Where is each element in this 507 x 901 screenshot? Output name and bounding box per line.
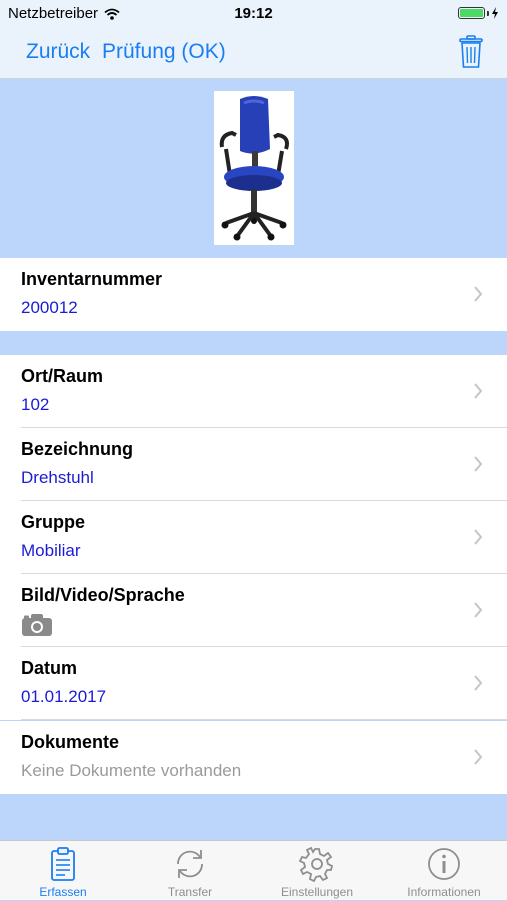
row-datum[interactable]: Datum 01.01.2017 <box>0 647 507 720</box>
status-bar: Netzbetreiber 19:12 <box>0 0 507 28</box>
row-label: Bezeichnung <box>21 439 134 459</box>
row-value: Drehstuhl <box>21 468 94 487</box>
row-inventarnummer[interactable]: Inventarnummer 200012 <box>0 258 507 331</box>
battery-icon <box>458 7 499 19</box>
navigation-bar: Zurück Prüfung (OK) <box>0 28 507 79</box>
camera-icon[interactable] <box>21 613 53 637</box>
row-label: Gruppe <box>21 512 86 532</box>
item-image-section <box>0 79 507 258</box>
row-label: Datum <box>21 658 78 678</box>
row-dokumente[interactable]: Dokumente Keine Dokumente vorhanden <box>0 721 507 794</box>
row-label: Ort/Raum <box>21 366 104 386</box>
tab-transfer[interactable]: Transfer <box>127 841 253 901</box>
tab-label: Informationen <box>407 885 481 899</box>
chevron-right-icon <box>474 602 483 618</box>
chevron-right-icon <box>474 749 483 765</box>
row-bezeichnung[interactable]: Bezeichnung Drehstuhl <box>0 428 507 501</box>
tab-bar: Erfassen Transfer Einstellungen Informat… <box>0 840 507 900</box>
tab-einstellungen[interactable]: Einstellungen <box>254 841 380 901</box>
office-chair-image <box>219 96 289 241</box>
trash-icon[interactable] <box>457 35 485 69</box>
row-separator <box>21 719 507 720</box>
tab-erfassen[interactable]: Erfassen <box>0 841 126 901</box>
row-value: 01.01.2017 <box>21 687 107 706</box>
chevron-right-icon <box>474 529 483 545</box>
chevron-right-icon <box>474 383 483 399</box>
tab-label: Transfer <box>167 885 213 899</box>
gear-icon <box>299 846 334 882</box>
tab-informationen[interactable]: Informationen <box>381 841 507 901</box>
row-label: Inventarnummer <box>21 269 163 289</box>
clipboard-icon <box>51 847 75 881</box>
row-value: Keine Dokumente vorhanden <box>21 761 242 780</box>
sync-icon <box>177 850 203 878</box>
row-gruppe[interactable]: Gruppe Mobiliar <box>0 501 507 574</box>
row-value: 102 <box>21 395 50 414</box>
row-bild-video-sprache[interactable]: Bild/Video/Sprache <box>0 574 507 647</box>
item-photo[interactable] <box>214 91 294 245</box>
tab-label: Einstellungen <box>280 885 354 899</box>
back-button[interactable]: Zurück <box>26 40 90 64</box>
row-value: Mobiliar <box>21 541 81 560</box>
row-label: Dokumente <box>21 732 120 752</box>
row-label: Bild/Video/Sprache <box>21 585 185 605</box>
page-title: Prüfung (OK) <box>102 40 226 63</box>
row-value: 200012 <box>21 298 78 317</box>
info-icon <box>428 848 460 880</box>
charging-icon <box>492 7 498 19</box>
chevron-right-icon <box>474 675 483 691</box>
tab-label: Erfassen <box>39 885 87 899</box>
status-time: 19:12 <box>234 5 273 22</box>
chevron-right-icon <box>474 456 483 472</box>
row-ort-raum[interactable]: Ort/Raum 102 <box>0 355 507 428</box>
chevron-right-icon <box>474 286 483 302</box>
